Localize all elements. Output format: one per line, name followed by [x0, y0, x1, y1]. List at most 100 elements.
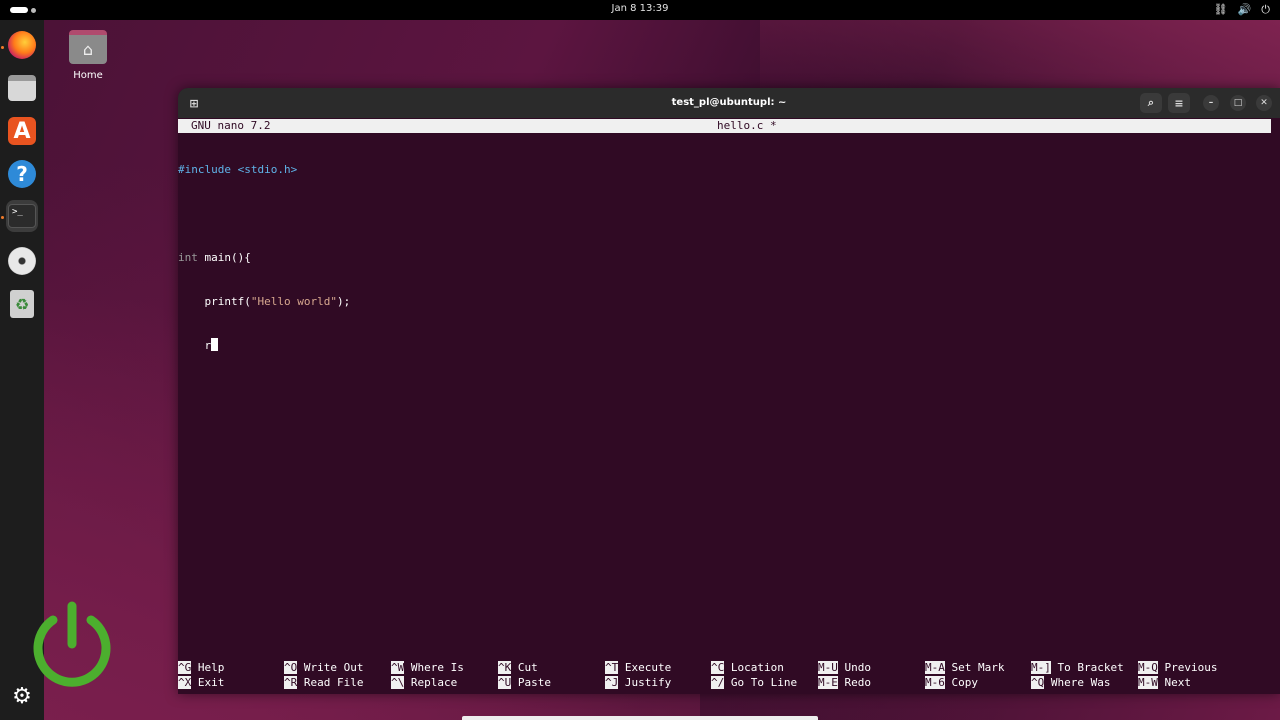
shortcut-undo: M-U Undo: [818, 661, 871, 676]
shortcut-label: Where Was: [1050, 676, 1111, 689]
shortcut-key: M-6: [925, 676, 945, 689]
dock-app-center[interactable]: A: [6, 115, 38, 147]
shortcut-label: Exit: [197, 676, 225, 689]
preprocessor-directive: #include <stdio.h>: [178, 163, 298, 177]
code-text: printf(: [178, 294, 251, 308]
running-indicator: [1, 216, 4, 219]
shortcut-key: ^\: [391, 676, 405, 689]
shortcut-key: M-]: [1031, 661, 1051, 674]
terminal-icon: >_: [8, 204, 36, 228]
shortcut-previous: M-Q Previous: [1138, 661, 1217, 676]
search-icon: ⌕: [1147, 96, 1155, 109]
shortcut-replace: ^\ Replace: [391, 676, 457, 691]
shortcut-key: ^C: [711, 661, 725, 674]
shortcut-key: ^Q: [1031, 676, 1045, 689]
shortcut-label: Set Mark: [951, 661, 1005, 674]
minimize-icon: –: [1208, 98, 1214, 108]
shortcut-key: M-U: [818, 661, 838, 674]
shortcut-label: Next: [1164, 676, 1192, 689]
terminal-window[interactable]: ⊞ test_pl@ubuntupl: ~ ⌕ ≡ – □ ✕ GNU nano…: [178, 88, 1280, 694]
shortcut-key: M-Q: [1138, 661, 1158, 674]
disc-icon: [8, 247, 36, 275]
shortcut-help: ^G Help: [178, 661, 224, 676]
shortcut-key: ^J: [605, 676, 619, 689]
home-folder-label[interactable]: Home: [60, 70, 116, 81]
code-text: main(){: [197, 250, 251, 264]
shortcut-location: ^C Location: [711, 661, 784, 676]
shortcut-paste: ^U Paste: [498, 676, 551, 691]
window-title: test_pl@ubuntupl: ~: [671, 97, 787, 108]
power-icon[interactable]: ⏻: [1261, 3, 1270, 17]
app-center-icon: A: [8, 117, 36, 145]
editor-text-area[interactable]: #include <stdio.h> int main(){ printf("H…: [178, 134, 350, 382]
shortcut-next: M-W Next: [1138, 676, 1191, 691]
maximize-button[interactable]: □: [1230, 95, 1246, 111]
shortcut-key: ^W: [391, 661, 405, 674]
nano-version: GNU nano 7.2: [191, 119, 271, 132]
close-button[interactable]: ✕: [1256, 95, 1272, 111]
shortcut-read-file: ^R Read File: [284, 676, 363, 691]
shortcut-execute: ^T Execute: [605, 661, 671, 676]
maximize-icon: □: [1233, 98, 1243, 108]
home-folder-icon[interactable]: ⌂: [69, 30, 107, 64]
dock-firefox[interactable]: [6, 29, 38, 61]
shortcut-label: Justify: [624, 676, 672, 689]
shortcut-key: M-W: [1138, 676, 1158, 689]
dock-terminal[interactable]: >_: [6, 200, 38, 232]
power-logo-icon: [33, 601, 111, 687]
dock-files[interactable]: [6, 72, 38, 104]
volume-icon[interactable]: 🔊: [1238, 3, 1252, 17]
nano-shortcut-bar: ^G Help ^X Exit ^O Write Out ^R Read Fil…: [178, 661, 1280, 691]
shortcut-key: ^K: [498, 661, 512, 674]
dock-disc[interactable]: [6, 245, 38, 277]
shortcut-label: Paste: [517, 676, 551, 689]
shortcut-write-out: ^O Write Out: [284, 661, 363, 676]
shortcut-label: Where Is: [410, 661, 464, 674]
top-bar: Jan 8 13:39 ⛓ 🔊 ⏻: [0, 0, 1280, 20]
shortcut-key: M-E: [818, 676, 838, 689]
hamburger-menu-icon: ≡: [1174, 96, 1184, 110]
shortcut-redo: M-E Redo: [818, 676, 871, 691]
dock-help[interactable]: ?: [6, 158, 38, 190]
shortcut-label: Cut: [517, 661, 538, 674]
terminal-content[interactable]: GNU nano 7.2 hello.c * #include <stdio.h…: [178, 118, 1280, 694]
shortcut-where-is: ^W Where Is: [391, 661, 464, 676]
network-icon[interactable]: ⛓: [1214, 3, 1228, 17]
shortcut-label: Replace: [410, 676, 458, 689]
nano-filename: hello.c *: [717, 119, 777, 132]
files-icon: [8, 75, 36, 101]
text-cursor: [211, 338, 219, 352]
minimize-button[interactable]: –: [1203, 95, 1219, 111]
nano-header-bar: GNU nano 7.2 hello.c *: [178, 119, 1271, 133]
system-tray[interactable]: ⛓ 🔊 ⏻: [1214, 3, 1270, 17]
shortcut-key: ^O: [284, 661, 298, 674]
shortcut-key: ^X: [178, 676, 192, 689]
running-indicator: [1, 46, 4, 49]
shortcut-label: To Bracket: [1057, 661, 1124, 674]
firefox-icon: [8, 31, 36, 59]
shortcut-label: Execute: [624, 661, 672, 674]
shortcut-label: Read File: [303, 676, 364, 689]
shortcut-key: ^T: [605, 661, 619, 674]
dock-trash[interactable]: ♻: [6, 288, 38, 320]
shortcut-label: Previous: [1164, 661, 1218, 674]
shortcut-label: Go To Line: [730, 676, 798, 689]
shortcut-cut: ^K Cut: [498, 661, 538, 676]
workspace-hint-bar: [462, 716, 818, 720]
shortcut-to-bracket: M-] To Bracket: [1031, 661, 1124, 676]
window-titlebar[interactable]: ⊞ test_pl@ubuntupl: ~ ⌕ ≡ – □ ✕: [178, 88, 1280, 118]
code-line-4: printf("Hello world");: [178, 295, 350, 310]
shortcut-key: ^U: [498, 676, 512, 689]
help-icon: ?: [8, 160, 36, 188]
shortcut-go-to-line: ^/ Go To Line: [711, 676, 797, 691]
menu-button[interactable]: ≡: [1168, 93, 1190, 113]
shortcut-key: M-A: [925, 661, 945, 674]
shortcut-exit: ^X Exit: [178, 676, 224, 691]
shortcut-set-mark: M-A Set Mark: [925, 661, 1004, 676]
code-text: );: [336, 294, 351, 308]
code-line-3: int main(){: [178, 251, 350, 266]
shortcut-label: Help: [197, 661, 225, 674]
clock[interactable]: Jan 8 13:39: [0, 3, 1280, 14]
search-button[interactable]: ⌕: [1140, 93, 1162, 113]
